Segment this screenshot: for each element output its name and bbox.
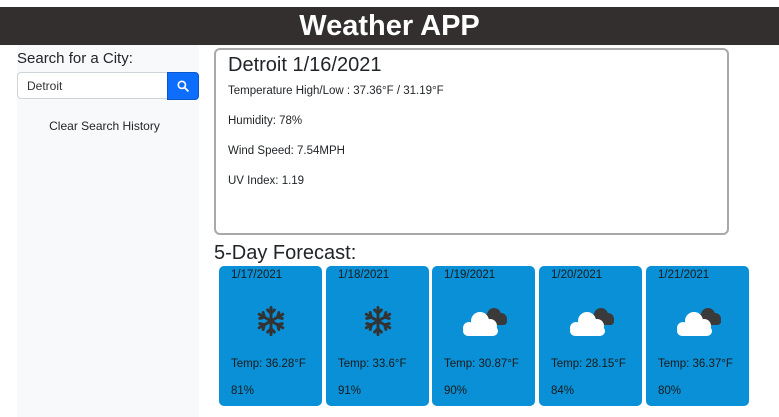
- forecast-date: 1/20/2021: [551, 269, 603, 281]
- search-label: Search for a City:: [17, 50, 133, 67]
- forecast-temp: Temp: 36.28°F: [231, 358, 306, 370]
- search-icon: [177, 80, 189, 92]
- forecast-temp: Temp: 33.6°F: [338, 358, 407, 370]
- snowflake-icon: [219, 301, 322, 341]
- current-weather-panel: Detroit 1/16/2021 Temperature High/Low :…: [214, 48, 729, 235]
- forecast-temp: Temp: 36.37°F: [658, 358, 733, 370]
- forecast-date: 1/18/2021: [338, 269, 390, 281]
- forecast-card: 1/18/2021 Temp: 33.6°F 91%: [326, 266, 429, 406]
- forecast-card: 1/19/2021 Temp: 30.87°F 90%: [432, 266, 535, 406]
- forecast-humidity: 91%: [338, 385, 362, 397]
- cloud-icon: [432, 301, 535, 341]
- cloud-icon: [646, 301, 749, 341]
- forecast-humidity: 80%: [658, 385, 682, 397]
- forecast-humidity: 90%: [444, 385, 468, 397]
- forecast-humidity: 81%: [231, 385, 255, 397]
- search-button[interactable]: [167, 72, 199, 100]
- current-city-date: Detroit 1/16/2021: [228, 54, 382, 76]
- forecast-temp: Temp: 28.15°F: [551, 358, 626, 370]
- forecast-temp: Temp: 30.87°F: [444, 358, 519, 370]
- current-temperature: Temperature High/Low : 37.36°F / 31.19°F: [228, 85, 444, 97]
- search-input[interactable]: [17, 72, 167, 99]
- app-header: Weather APP: [0, 7, 779, 45]
- forecast-card: 1/17/2021 Temp: 36.28°F 81%: [219, 266, 322, 406]
- current-uv-index: UV Index: 1.19: [228, 175, 305, 187]
- forecast-card: 1/21/2021 Temp: 36.37°F 80%: [646, 266, 749, 406]
- forecast-humidity: 84%: [551, 385, 575, 397]
- cloud-icon: [539, 301, 642, 341]
- forecast-date: 1/17/2021: [231, 269, 283, 281]
- clear-history-button[interactable]: Clear Search History: [17, 119, 192, 133]
- app-title: Weather APP: [299, 10, 480, 42]
- current-humidity: Humidity: 78%: [228, 115, 303, 127]
- snowflake-icon: [326, 301, 429, 341]
- current-wind: Wind Speed: 7.54MPH: [228, 145, 345, 157]
- top-strip: [0, 0, 779, 7]
- forecast-date: 1/21/2021: [658, 269, 710, 281]
- sidebar: Search for a City: Clear Search History: [17, 45, 199, 417]
- forecast-card: 1/20/2021 Temp: 28.15°F 84%: [539, 266, 642, 406]
- forecast-date: 1/19/2021: [444, 269, 496, 281]
- forecast-title: 5-Day Forecast:: [214, 242, 357, 264]
